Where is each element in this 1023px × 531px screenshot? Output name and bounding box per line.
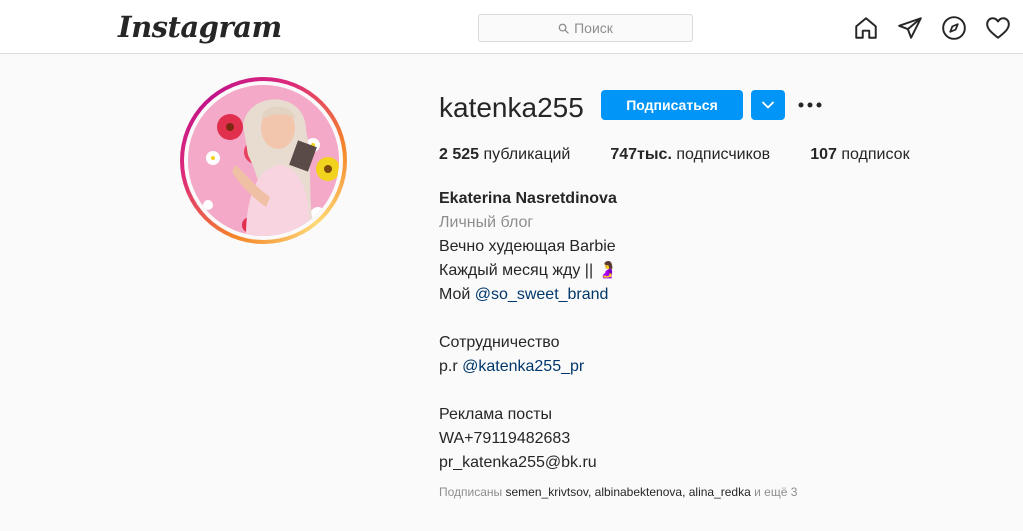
bio-line: Каждый месяц жду || 🤰 [439,262,618,279]
instagram-logo[interactable]: Instagram [118,10,282,44]
profile-full-name: Ekaterina Nasretdinova [439,190,617,207]
explore-icon[interactable] [941,15,967,41]
separator: , [682,485,689,499]
bio-line: WA+79119482683 [439,430,571,447]
follower-username: semen_krivtsov [505,485,588,499]
profile-category: Личный блог [439,214,534,231]
suggestions-dropdown-button[interactable] [751,90,785,120]
search-input[interactable]: Поиск [478,14,693,42]
follower-username: alina_redka [688,485,751,499]
following-count: 107 [810,146,837,163]
followers-stat[interactable]: 747тыс. подписчиков [610,146,770,164]
bio-line: Вечно худеющая Barbie [439,238,616,255]
posts-label: публикаций [483,146,571,163]
avatar[interactable] [188,85,339,236]
activity-icon[interactable] [985,15,1011,41]
profile-bio: Ekaterina Nasretdinova Личный блог Вечно… [439,187,617,475]
search-icon [558,23,569,34]
following-stat[interactable]: 107 подписок [810,146,909,164]
posts-count: 2 525 [439,146,480,163]
top-navbar: Instagram Поиск [0,0,1023,54]
bio-text: p.r [439,358,463,375]
following-label: подписок [841,146,910,163]
more-options-button[interactable] [797,95,823,115]
direct-icon[interactable] [897,15,923,41]
brand-mention-link[interactable]: @so_sweet_brand [475,286,609,303]
bio-line: pr_katenka255@bk.ru [439,454,597,471]
more-options-icon [798,102,822,108]
followed-by-text[interactable]: Подписаны semen_krivtsov, albinabektenov… [439,485,797,499]
avatar-border [184,81,343,240]
followed-by-prefix: Подписаны [439,485,506,499]
follow-button[interactable]: Подписаться [601,90,743,120]
bio-line: Реклама посты [439,406,553,423]
bio-spacer [439,307,617,331]
search-placeholder: Поиск [574,20,613,36]
follower-username: albinabektenova [594,485,683,499]
followers-count: 747тыс. [610,146,672,163]
bio-text: Мой [439,286,475,303]
bio-spacer [439,379,617,403]
profile-username: katenka255 [439,92,584,123]
bio-line: Сотрудничество [439,334,560,351]
avatar-photo [188,85,339,236]
bio-line: Мой @so_sweet_brand [439,283,617,307]
followers-label: подписчиков [676,146,771,163]
chevron-down-icon [762,101,774,109]
followed-by-suffix: и ещё 3 [750,485,798,499]
profile-stats: 2 525 публикаций 747тыс. подписчиков 107… [439,146,950,164]
separator: , [587,485,595,499]
home-icon[interactable] [853,15,879,41]
pr-mention-link[interactable]: @katenka255_pr [462,358,584,375]
posts-count-stat: 2 525 публикаций [439,146,570,164]
bio-line: p.r @katenka255_pr [439,355,617,379]
nav-icon-group [853,15,1011,41]
story-ring[interactable] [180,77,347,244]
